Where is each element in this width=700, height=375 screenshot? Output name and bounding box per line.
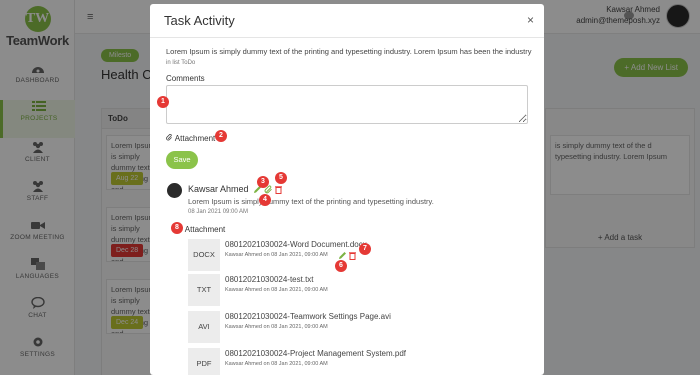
file-name[interactable]: 08012021030024-Project Management System…	[225, 349, 406, 358]
paperclip-icon	[166, 133, 172, 141]
attachments-heading: Attachment	[176, 224, 226, 234]
annotation-marker: 6	[335, 260, 347, 272]
file-meta: Kawsar Ahmed on 08 Jan 2021, 09:00 AM	[225, 361, 328, 367]
comment-date: 08 Jan 2021 09:00 AM	[188, 209, 249, 215]
annotation-marker: 2	[215, 130, 227, 142]
attachment-item[interactable]: AVI 08012021030024-Teamwork Settings Pag…	[188, 311, 518, 345]
annotation-marker: 3	[257, 176, 269, 188]
attachment-label: Attachment	[174, 134, 216, 143]
file-thumbnail: DOCX	[188, 239, 220, 271]
attachment-item[interactable]: TXT 08012021030024-test.txt Kawsar Ahmed…	[188, 274, 518, 308]
task-activity-modal: Task Activity × Lorem Ipsum is simply du…	[150, 4, 544, 375]
annotation-marker: 8	[171, 222, 183, 234]
file-thumbnail: TXT	[188, 274, 220, 306]
annotation-marker: 4	[259, 194, 271, 206]
modal-title: Task Activity	[164, 13, 235, 28]
trash-icon[interactable]	[348, 251, 357, 260]
file-name[interactable]: 08012021030024-test.txt	[225, 275, 314, 284]
task-list-name: in list ToDo	[166, 60, 196, 66]
file-meta: Kawsar Ahmed on 08 Jan 2021, 09:00 AM	[225, 324, 328, 330]
file-thumbnail: AVI	[188, 311, 220, 343]
edit-icon[interactable]	[338, 251, 347, 260]
annotation-marker: 5	[275, 172, 287, 184]
save-button[interactable]: Save	[166, 151, 198, 169]
trash-icon[interactable]	[274, 185, 283, 194]
comment-author: Kawsar Ahmed	[188, 184, 249, 194]
file-name[interactable]: 08012021030024-Teamwork Settings Page.av…	[225, 312, 391, 321]
avatar	[167, 183, 182, 198]
comment-input[interactable]	[166, 85, 528, 124]
file-meta: Kawsar Ahmed on 08 Jan 2021, 09:00 AM	[225, 252, 328, 258]
task-description: Lorem Ipsum is simply dummy text of the …	[166, 47, 532, 56]
file-name[interactable]: 08012021030024-Word Document.docx	[225, 240, 367, 249]
attachments-label: Attachment	[184, 225, 226, 234]
annotation-marker: 1	[157, 96, 169, 108]
file-thumbnail: PDF	[188, 348, 220, 375]
file-meta: Kawsar Ahmed on 08 Jan 2021, 09:00 AM	[225, 287, 328, 293]
comment-text: Lorem Ipsum is simply dummy text of the …	[188, 197, 434, 206]
comments-label: Comments	[166, 74, 205, 83]
attachment-upload[interactable]: Attachment	[166, 133, 216, 143]
annotation-marker: 7	[359, 243, 371, 255]
close-icon[interactable]: ×	[527, 13, 534, 27]
divider	[150, 37, 544, 38]
attachment-item[interactable]: PDF 08012021030024-Project Management Sy…	[188, 348, 518, 375]
